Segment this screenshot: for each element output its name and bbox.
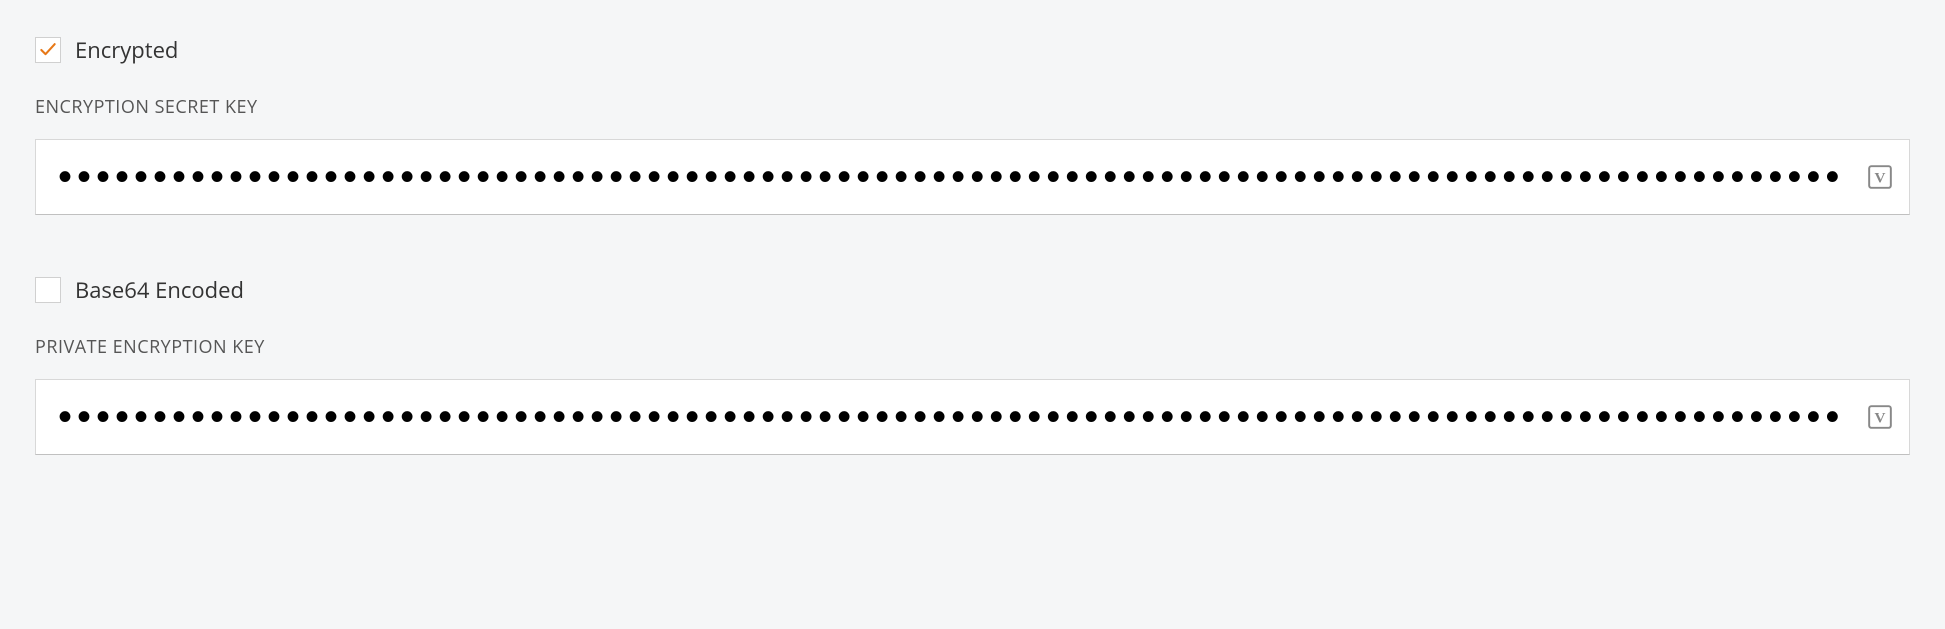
encrypted-checkbox-row: Encrypted (35, 35, 1910, 65)
private-encryption-key-field: V (35, 379, 1910, 455)
encryption-secret-key-input[interactable] (35, 139, 1910, 215)
vault-icon[interactable]: V (1866, 403, 1894, 431)
svg-text:V: V (1875, 169, 1886, 186)
vault-icon[interactable]: V (1866, 163, 1894, 191)
base64-encoded-checkbox-row: Base64 Encoded (35, 275, 1910, 305)
private-encryption-key-input[interactable] (35, 379, 1910, 455)
encryption-secret-key-field: V (35, 139, 1910, 215)
base64-encoded-label: Base64 Encoded (75, 275, 244, 305)
encrypted-label: Encrypted (75, 35, 178, 65)
svg-text:V: V (1875, 409, 1886, 426)
encrypted-checkbox[interactable] (35, 37, 61, 63)
private-encryption-key-label: PRIVATE ENCRYPTION KEY (35, 335, 1910, 359)
encryption-secret-key-label: ENCRYPTION SECRET KEY (35, 95, 1910, 119)
base64-encoded-checkbox[interactable] (35, 277, 61, 303)
check-icon (38, 40, 58, 60)
